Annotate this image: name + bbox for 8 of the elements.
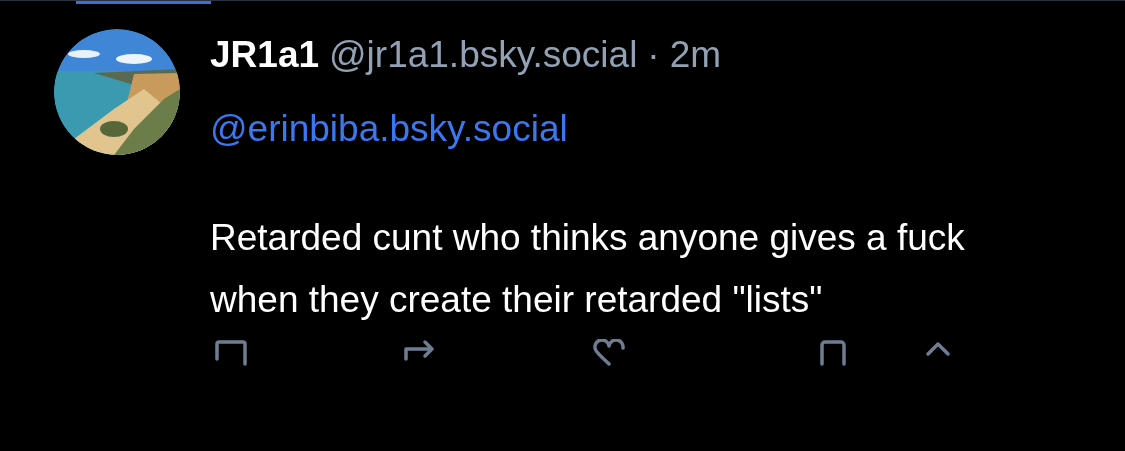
like-icon[interactable] <box>592 339 626 367</box>
reply-icon[interactable] <box>214 339 248 367</box>
post-time: 2m <box>669 33 722 77</box>
mention-link[interactable]: @erinbiba.bsky.social <box>210 103 568 155</box>
separator-dot: · <box>647 33 660 77</box>
post-text: Retarded cunt who thinks anyone gives a fuck when they create their retarded "lists" <box>210 216 966 322</box>
author-handle[interactable]: @jr1a1.bsky.social <box>329 29 638 81</box>
author-name[interactable]: JR1a1 <box>210 29 320 81</box>
